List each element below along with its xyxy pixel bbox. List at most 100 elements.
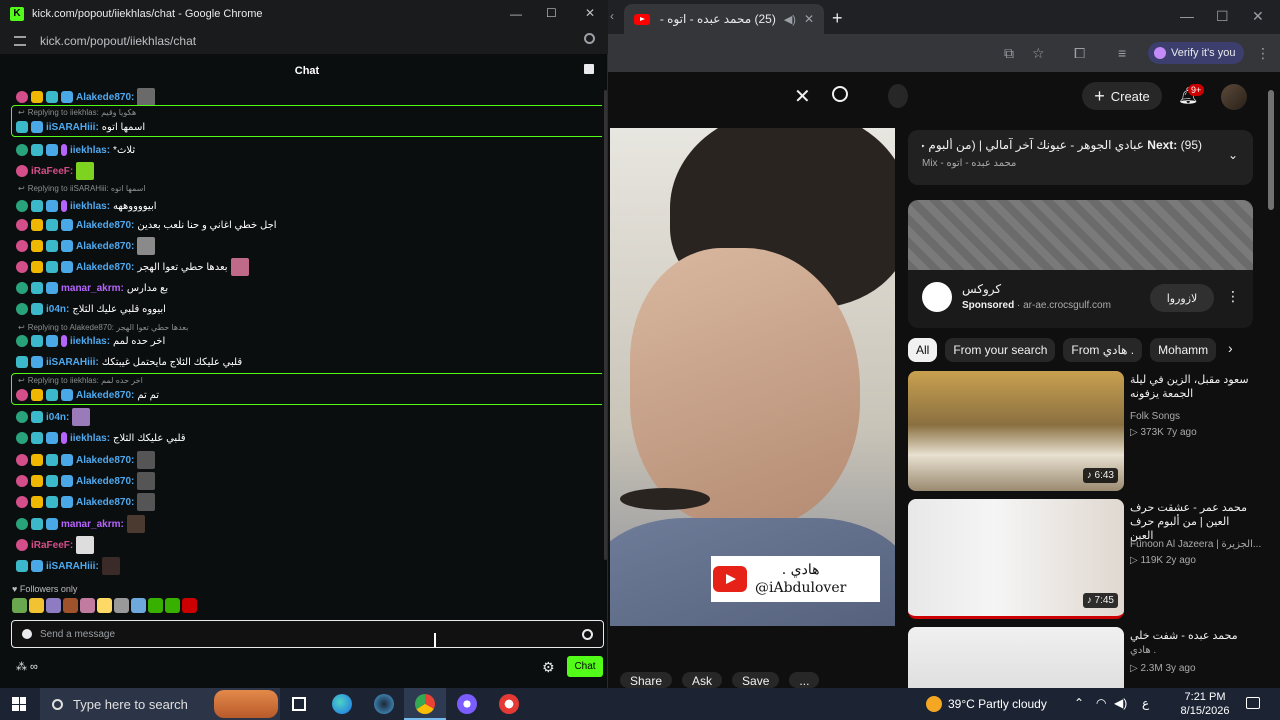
chat-message[interactable]: iRaFeeF: — [16, 162, 95, 180]
recent-emote[interactable] — [148, 598, 163, 613]
keyboard-lang[interactable]: ع — [1142, 696, 1149, 710]
emoji-icon[interactable] — [582, 629, 593, 640]
chrome-profile-icon[interactable] — [457, 694, 477, 714]
chat-message[interactable]: i04n: — [16, 408, 91, 426]
chat-message[interactable]: Alakede870: تم تم — [16, 386, 159, 404]
windows-start-icon[interactable] — [12, 697, 26, 711]
recent-emote[interactable] — [80, 598, 95, 613]
chat-message[interactable]: Alakede870: — [16, 88, 156, 106]
more-vert-icon[interactable]: ⋮ — [1226, 288, 1240, 305]
kick-close-icon[interactable]: ✕ — [585, 6, 595, 20]
verify-button[interactable]: Verify it's you — [1148, 42, 1244, 64]
chat-username[interactable]: iiSARAHiii: — [46, 357, 99, 368]
bookmark-star-icon[interactable]: ☆ — [1032, 45, 1045, 62]
chat-message[interactable]: iiSARAHiii: قلبي عليكك الثلاج مايحتمل غيب… — [16, 353, 242, 371]
chat-username[interactable]: Alakede870: — [76, 241, 134, 252]
chat-username[interactable]: Alakede870: — [76, 220, 134, 231]
rec-video-3[interactable]: محمد عبده - شفت خلي هادي . ▷ 2.3M 3y ago — [908, 627, 1268, 688]
recent-emote[interactable] — [165, 598, 180, 613]
weather-widget[interactable]: 39°C Partly cloudy — [926, 696, 1047, 712]
chat-username[interactable]: iiSARAHiii: — [46, 561, 99, 572]
recent-emote[interactable] — [29, 598, 44, 613]
chip-from-channel[interactable]: From هادي . — [1063, 338, 1143, 362]
share-button[interactable]: Share — [620, 672, 673, 688]
chat-username[interactable]: iRaFeeF: — [31, 166, 73, 177]
recent-emote[interactable] — [46, 598, 61, 613]
close-window-icon[interactable]: ✕ — [1252, 8, 1264, 25]
chat-username[interactable]: i04n: — [46, 304, 69, 315]
youtube-tab[interactable]: ‏(25) ‏محمد عبده - اتوه - YouTube ◀) ✕ — [624, 4, 824, 34]
chat-send-button[interactable]: Chat — [567, 656, 603, 677]
notification-center-icon[interactable] — [1246, 697, 1260, 709]
chat-message[interactable]: Alakede870: بعدها حطي تعوا الهجر — [16, 258, 249, 276]
chat-username[interactable]: iiekhlas: — [70, 201, 110, 212]
chevron-down-icon[interactable]: ⌄ — [1228, 148, 1238, 162]
chip-all[interactable]: All — [908, 338, 938, 362]
volume-icon[interactable]: ◀) — [1114, 696, 1127, 710]
chat-message[interactable]: manar_akrm: — [16, 515, 145, 533]
chat-username[interactable]: Alakede870: — [76, 476, 134, 487]
reply-context[interactable]: ↩ Replying to iiSARAHiii: اسمها اتوه — [18, 182, 146, 194]
chrome-menu-icon[interactable]: ⋮ — [1256, 45, 1270, 62]
task-view-icon[interactable] — [292, 697, 306, 711]
chat-message[interactable]: iiSARAHiii: — [16, 557, 120, 575]
more-actions-button[interactable]: ... — [789, 672, 820, 688]
chat-message[interactable]: Alakede870: — [16, 451, 156, 469]
gift-icon[interactable] — [584, 64, 594, 74]
steam-icon[interactable] — [374, 694, 394, 714]
chat-message[interactable]: iiekhlas: ابيووووههه — [16, 197, 157, 215]
avatar[interactable] — [1221, 84, 1247, 110]
up-next-card[interactable]: Next: (95) عبادي الجوهر - عيونك آخر آمال… — [908, 130, 1253, 185]
chat-username[interactable]: iiSARAHiii: — [46, 122, 99, 133]
chat-username[interactable]: Alakede870: — [76, 262, 134, 273]
minimize-icon[interactable]: — — [1180, 8, 1194, 24]
chat-bottom-icons[interactable]: ⁂ ∞ — [16, 660, 38, 673]
reply-context[interactable]: ↩ Replying to iiekhlas: اخر حده لمم — [18, 374, 143, 386]
settings-gear-icon[interactable]: ⚙ — [542, 659, 555, 676]
chat-username[interactable]: iiekhlas: — [70, 433, 110, 444]
cast-icon[interactable]: ⧉ — [1004, 45, 1014, 62]
search-icon[interactable] — [832, 86, 848, 102]
chip-from-search[interactable]: From your search — [945, 338, 1056, 362]
chat-scrollbar[interactable] — [604, 90, 607, 560]
kick-address-bar[interactable]: kick.com/popout/iiekhlas/chat — [0, 28, 608, 54]
chips-next-icon[interactable]: › — [1228, 340, 1233, 356]
chat-username[interactable]: iiekhlas: — [70, 336, 110, 347]
chat-message[interactable]: Alakede870: اجل خطي اغاني و حنا نلعب بعدي… — [16, 216, 277, 234]
chat-username[interactable]: manar_akrm: — [61, 283, 124, 294]
create-button[interactable]: + Create — [1082, 82, 1162, 110]
chat-username[interactable]: Alakede870: — [76, 455, 134, 466]
chip-mohammed[interactable]: Mohamm — [1150, 338, 1217, 362]
yt-scrollbar[interactable] — [1268, 90, 1274, 210]
chat-message[interactable]: i04n: ابيووه قلبي عليك الثلاج — [16, 300, 166, 318]
message-input[interactable]: Send a message — [11, 620, 604, 648]
chat-message[interactable]: Alakede870: — [16, 237, 156, 255]
reply-context[interactable]: ↩ Replying to iiekhlas: هكويا وقيم — [18, 106, 136, 118]
chat-username[interactable]: Alakede870: — [76, 497, 134, 508]
ad-card[interactable]: كروكس Sponsored · ar-ae.crocsgulf.com لا… — [908, 270, 1253, 328]
wifi-icon[interactable]: ◠ — [1096, 696, 1106, 710]
chat-message[interactable]: iiekhlas: اخر حده لمم — [16, 332, 165, 350]
ad-banner-image[interactable] — [908, 200, 1253, 270]
close-search-icon[interactable]: ✕ — [794, 84, 811, 109]
rec-video-1[interactable]: ♪ 6:43 سعود مقبل، الزين في ليلة الجمعة ي… — [908, 371, 1268, 493]
chat-username[interactable]: Alakede870: — [76, 92, 134, 103]
new-tab-button[interactable]: + — [832, 8, 843, 29]
chat-username[interactable]: iiekhlas: — [70, 145, 110, 156]
recent-emote[interactable] — [131, 598, 146, 613]
ad-visit-button[interactable]: لازوروا — [1150, 284, 1214, 312]
extensions-icon[interactable]: ⧠ — [1074, 45, 1085, 62]
chrome-icon[interactable] — [415, 694, 435, 714]
chat-message[interactable]: iiSARAHiii: اسمها اتوه — [16, 118, 145, 136]
chat-identity-icon[interactable] — [22, 629, 32, 639]
mic-icon[interactable] — [888, 84, 908, 108]
tray-chevron-icon[interactable]: ⌃ — [1074, 696, 1084, 710]
recent-emote[interactable] — [182, 598, 197, 613]
tab-close-icon[interactable]: ✕ — [804, 12, 814, 26]
tab-scroll-left-icon[interactable]: ‹ — [610, 9, 614, 23]
recent-emote[interactable] — [12, 598, 27, 613]
recent-emote[interactable] — [63, 598, 78, 613]
kick-maximize-icon[interactable]: ☐ — [546, 6, 557, 20]
ask-button[interactable]: Ask — [682, 672, 723, 688]
taskbar-clock[interactable]: 7:21 PM 8/15/2026 — [1180, 690, 1230, 718]
